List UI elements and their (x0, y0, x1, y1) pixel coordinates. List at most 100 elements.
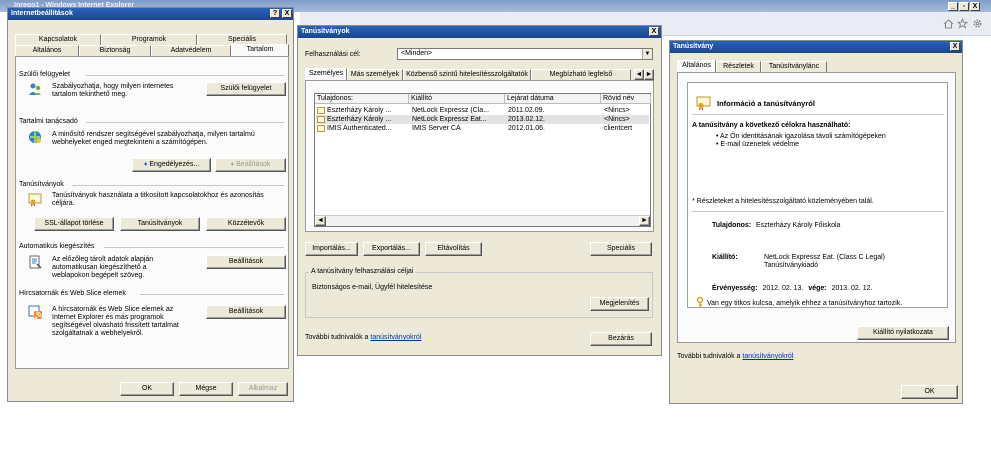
parental-divider (86, 75, 284, 76)
remove-button[interactable]: Eltávolítás (425, 242, 482, 256)
ie-close-button[interactable]: X (970, 2, 980, 11)
purpose-select-value: <Minden> (401, 50, 433, 57)
tab-scroll-left-button[interactable]: ◄ (634, 69, 644, 80)
view-button[interactable]: Megjelenítés (590, 297, 649, 311)
internet-options-cancel-button[interactable]: Mégse (179, 382, 233, 396)
tab-security[interactable]: Biztonság (79, 45, 151, 56)
more-info-text: További tudnivalók a tanúsítványokról (305, 334, 421, 342)
autocomplete-icon (29, 255, 42, 269)
tab-general[interactable]: Általános (677, 60, 716, 72)
scroll-right-button[interactable]: ► (639, 216, 650, 226)
advisor-divider (86, 122, 284, 123)
tab-scroll-right-button[interactable]: ► (644, 69, 654, 80)
table-row[interactable]: IMIS Authenticated... IMIS Server CA 201… (316, 124, 649, 133)
private-key-note: Van egy titkos kulcsa, amelyik ehhez a t… (707, 300, 903, 307)
feeds-settings-button[interactable]: Beállítások (206, 305, 286, 319)
tab-intermediate-ca[interactable]: Közbenső szintű hitelesítésszolgáltatók (403, 69, 531, 80)
table-row[interactable]: Eszterházy Károly ... NetLock Expressz (… (316, 106, 649, 115)
favorites-star-icon[interactable] (957, 18, 968, 29)
feeds-header: Hírcsatornák és Web Slice elemek (19, 290, 126, 297)
certificate-icon (317, 107, 325, 114)
column-owner[interactable]: Tulajdonos: (315, 94, 409, 104)
certificate-dialog-title: Tanúsítvány (673, 43, 714, 50)
purpose-item-text: Az Ön identitásának igazolása távoli szá… (720, 133, 886, 140)
import-button[interactable]: Importálás... (305, 242, 358, 256)
tab-details[interactable]: Részletek (716, 61, 761, 72)
validity-to: 2013. 02. 12. (831, 285, 873, 292)
tab-privacy[interactable]: Adatvédelem (151, 45, 231, 56)
internet-options-help-button[interactable]: ? (270, 9, 280, 18)
more-info-link[interactable]: tanúsítványokról (742, 353, 793, 360)
purpose-select[interactable]: <Minden> ▼ (397, 48, 653, 60)
ie-maximize-button[interactable]: ▫ (959, 2, 969, 11)
certificate-icon (317, 125, 325, 132)
feeds-icon (28, 305, 42, 319)
autocomplete-settings-button[interactable]: Beállítások (206, 255, 286, 269)
chevron-down-icon[interactable]: ▼ (642, 49, 652, 59)
advanced-button[interactable]: Speciális (590, 242, 652, 256)
certificate-info-box (687, 82, 948, 308)
column-friendly-name[interactable]: Rövid név (601, 94, 651, 104)
tab-general[interactable]: Általános (15, 45, 79, 56)
tab-other-people[interactable]: Más személyek (347, 69, 403, 80)
tab-trusted-root[interactable]: Megbízható legfelső (531, 69, 631, 80)
feeds-text: A hírcsatornák és Web Slice elemek az In… (52, 306, 179, 337)
tab-content[interactable]: Tartalom (231, 44, 289, 56)
more-info-link[interactable]: tanúsítványokról (370, 334, 421, 341)
purpose-label: Felhasználási cél: (305, 51, 361, 58)
clear-ssl-state-button[interactable]: SSL-állapot törlése (34, 217, 114, 231)
horizontal-scrollbar[interactable]: ◄ ► (315, 215, 650, 226)
tab-connections[interactable]: Kapcsolatok (15, 34, 101, 45)
internet-options-ok-button[interactable]: OK (120, 382, 174, 396)
parental-users-icon (29, 83, 41, 95)
parental-control-button[interactable]: Szülői felügyelet (206, 82, 286, 96)
certificates-dialog: Tanúsítványok X Felhasználási cél: <Mind… (297, 25, 662, 356)
content-advisor-icon (29, 131, 41, 143)
owner-label: Tulajdonos: (712, 222, 752, 229)
tools-gear-icon[interactable] (972, 18, 983, 29)
autocomplete-divider (104, 247, 284, 248)
certificate-ok-button[interactable]: OK (901, 385, 958, 399)
column-issuer[interactable]: Kiállító (409, 94, 505, 104)
issuer-statement-note: * Részleteket a hitelesítésszolgáltató k… (692, 198, 874, 205)
key-icon (696, 297, 704, 307)
export-button[interactable]: Exportálás... (363, 242, 420, 256)
certificate-purpose-title: A tanúsítvány a következő célokra haszná… (692, 122, 851, 129)
row-issuer: IMIS Server CA (412, 125, 461, 132)
owner-value: Eszterházy Károly Főiskola (756, 222, 841, 229)
validity-to-label: vége: (808, 285, 827, 292)
enable-advisor-button[interactable]: ♦ Engedélyezés... (132, 158, 211, 172)
validity-from: 2012. 02. 13. (762, 285, 804, 292)
scroll-left-button[interactable]: ◄ (315, 216, 326, 226)
close-button[interactable]: Bezárás (590, 332, 652, 346)
certificate-close-button[interactable]: X (950, 42, 960, 51)
issuer-label: Kiállító: (712, 254, 738, 261)
certificates-button[interactable]: Tanúsítványok (120, 217, 200, 231)
home-icon[interactable] (943, 19, 954, 29)
tab-programs[interactable]: Programok (101, 34, 197, 45)
certificates-close-button[interactable]: X (649, 27, 659, 36)
table-row[interactable]: Eszterházy Károly ... NetLock Expressz E… (316, 115, 649, 124)
certificates-divider (72, 185, 284, 186)
certificate-title-bar: Tanúsítvány (670, 41, 962, 53)
more-info-prefix: További tudnivalók a (305, 334, 371, 341)
certificate-icon (696, 96, 711, 110)
internet-options-apply-button[interactable]: Alkalmaz (238, 382, 288, 396)
certificate-icon (28, 193, 42, 206)
publishers-button[interactable]: Közzétevők (206, 217, 286, 231)
tab-certification-path[interactable]: Tanúsítványlánc (761, 61, 827, 72)
internet-options-close-button[interactable]: X (282, 9, 292, 18)
column-expiry[interactable]: Lejárat dátuma (505, 94, 601, 104)
parental-control-header: Szülői felügyelet (19, 71, 70, 78)
ie-minimize-button[interactable]: _ (948, 2, 958, 11)
more-info-prefix: További tudnivalók a (677, 353, 743, 360)
certificate-info-title: Információ a tanúsítványról (717, 99, 815, 108)
certificate-purposes-value: Biztonságos e-mail, Ügyfél hitelesítése (312, 284, 433, 291)
certificate-list[interactable]: Tulajdonos: Kiállító Lejárat dátuma Rövi… (314, 93, 651, 227)
tab-personal[interactable]: Személyes (305, 68, 347, 80)
issuer-statement-button[interactable]: Kiállító nyilatkozata (857, 326, 949, 340)
purpose-item: • Az Ön identitásának igazolása távoli s… (716, 133, 886, 140)
row-friendly-name: <Nincs> (604, 116, 630, 123)
info-title-divider (692, 114, 944, 115)
advisor-settings-button[interactable]: ♦ Beállítások (215, 158, 286, 172)
